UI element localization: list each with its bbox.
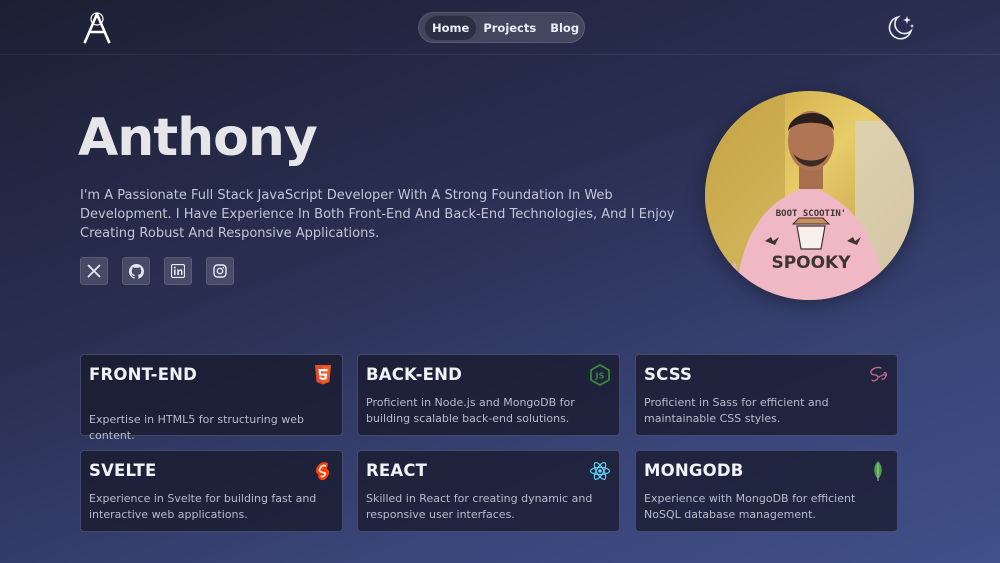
github-link[interactable] [122, 257, 150, 285]
profile-photo: BOOT SCOOTIN' SPOOKY [705, 91, 914, 300]
skill-card-front-end[interactable]: FRONT-END Expertise in HTML5 for structu… [80, 354, 343, 442]
hero-name: Anthony [78, 108, 318, 168]
svg-text:JS: JS [595, 372, 605, 381]
nav-item-blog[interactable]: Blog [543, 16, 586, 40]
sass-icon [867, 364, 889, 386]
svelte-icon [312, 460, 334, 482]
logo-icon[interactable] [80, 10, 114, 44]
card-title: SCSS [644, 365, 693, 384]
x-twitter-link[interactable] [80, 257, 108, 285]
skill-card-scss[interactable]: SCSS Proficient in Sass for efficient an… [635, 354, 898, 436]
main-nav: Home Projects Blog [418, 12, 585, 43]
mongodb-leaf-icon [867, 460, 889, 482]
card-title: BACK-END [366, 365, 463, 384]
instagram-icon [213, 264, 227, 278]
github-icon [128, 263, 144, 279]
card-description: Experience in Svelte for building fast a… [89, 492, 317, 521]
skill-card-back-end[interactable]: BACK-END JS Proficient in Node.js and Mo… [357, 354, 620, 436]
card-description: Expertise in HTML5 for structuring web c… [89, 413, 304, 442]
top-bar: Home Projects Blog [0, 0, 1000, 55]
skill-card-mongodb[interactable]: MONGODB Experience with MongoDB for effi… [635, 450, 898, 532]
linkedin-link[interactable] [164, 257, 192, 285]
svg-text:SPOOKY: SPOOKY [771, 253, 851, 273]
x-twitter-icon [87, 264, 101, 278]
card-description: Skilled in React for creating dynamic an… [366, 492, 593, 521]
instagram-link[interactable] [206, 257, 234, 285]
card-title: REACT [366, 461, 428, 480]
card-description: Experience with MongoDB for efficient No… [644, 492, 856, 521]
hero-description: I'm A Passionate Full Stack JavaScript D… [80, 188, 675, 241]
html5-icon [312, 364, 334, 386]
nav-item-home[interactable]: Home [425, 15, 477, 40]
card-description: Proficient in Node.js and MongoDB for bu… [366, 396, 575, 425]
nav-item-projects[interactable]: Projects [476, 16, 543, 40]
card-description: Proficient in Sass for efficient and mai… [644, 396, 829, 425]
linkedin-icon [171, 264, 185, 278]
react-icon [589, 460, 611, 482]
card-title: SVELTE [89, 461, 157, 480]
card-title: FRONT-END [89, 365, 198, 384]
moon-stars-icon[interactable] [886, 12, 916, 42]
card-title: MONGODB [644, 461, 744, 480]
social-links [80, 257, 234, 285]
nodejs-icon: JS [589, 363, 611, 387]
skill-card-svelte[interactable]: SVELTE Experience in Svelte for building… [80, 450, 343, 532]
skill-card-react[interactable]: REACT Skilled in React for creating dyna… [357, 450, 620, 532]
